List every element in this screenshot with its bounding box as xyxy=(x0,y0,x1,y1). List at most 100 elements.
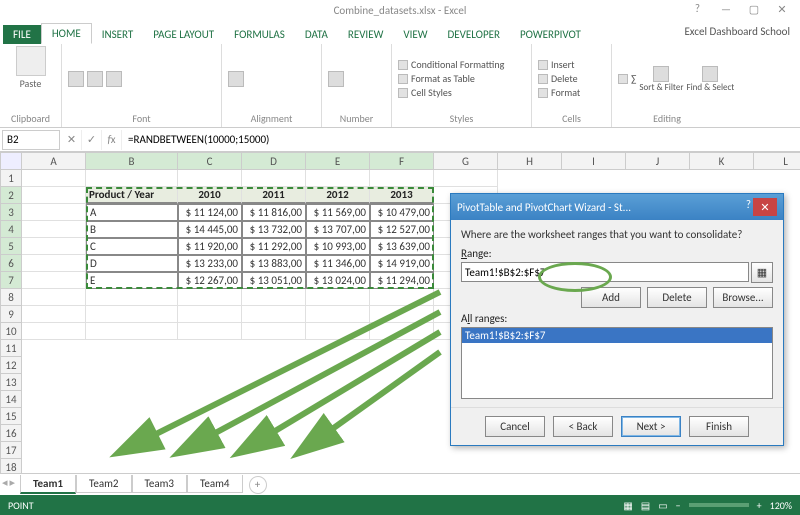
row-14[interactable]: 14 xyxy=(0,391,22,408)
col-A[interactable]: A xyxy=(22,152,86,170)
fx-icon[interactable]: fx xyxy=(102,130,122,150)
col-E[interactable]: E xyxy=(306,152,370,170)
zoom-level[interactable]: 120% xyxy=(770,499,792,512)
new-sheet-icon[interactable]: + xyxy=(249,476,267,494)
dialog-close-icon[interactable]: ✕ xyxy=(753,198,777,216)
list-item[interactable]: Team1!$B$2:$F$7 xyxy=(462,328,772,343)
format-cell-icon[interactable] xyxy=(538,88,548,98)
zoom-in-icon[interactable]: + xyxy=(757,499,762,512)
next-button[interactable]: Next > xyxy=(621,416,681,437)
row-3[interactable]: 3 xyxy=(0,204,22,221)
cell-styles-icon[interactable] xyxy=(398,88,408,98)
row-17[interactable]: 17 xyxy=(0,442,22,459)
sheet-tab-team4[interactable]: Team4 xyxy=(187,475,243,493)
add-button[interactable]: Add xyxy=(581,287,641,308)
row-15[interactable]: 15 xyxy=(0,408,22,425)
delete-cell-icon[interactable] xyxy=(538,74,548,84)
paste-icon[interactable] xyxy=(16,46,46,76)
cancel-formula-icon[interactable]: ✕ xyxy=(62,130,82,150)
row-1[interactable]: 1 xyxy=(0,170,22,187)
row-5[interactable]: 5 xyxy=(0,238,22,255)
bold-icon[interactable] xyxy=(87,71,103,87)
zoom-out-icon[interactable]: − xyxy=(676,499,681,512)
row-6[interactable]: 6 xyxy=(0,255,22,272)
col-C[interactable]: C xyxy=(178,152,242,170)
minimize-icon[interactable]: — xyxy=(712,0,740,18)
close-icon[interactable]: ✕ xyxy=(768,0,796,18)
delete-button[interactable]: Delete xyxy=(647,287,707,308)
tab-formulas[interactable]: FORMULAS xyxy=(224,25,295,44)
autosum-icon[interactable] xyxy=(618,74,628,84)
sheet-tab-team2[interactable]: Team2 xyxy=(76,475,132,493)
sheet-prev-icon[interactable]: ◂ xyxy=(2,476,8,489)
col-L[interactable]: L xyxy=(754,152,800,170)
row-11[interactable]: 11 xyxy=(0,340,22,357)
dialog-help-icon[interactable]: ? xyxy=(746,198,751,216)
cells[interactable]: Product / Year 2010 2011 2012 2013 A $ 1… xyxy=(22,170,498,340)
view-break-icon[interactable]: ▭ xyxy=(658,499,667,512)
italic-icon[interactable] xyxy=(106,71,122,87)
finish-button[interactable]: Finish xyxy=(689,416,749,437)
row-2[interactable]: 2 xyxy=(0,187,22,204)
number-format-icon[interactable] xyxy=(328,71,344,87)
font-box-icon[interactable] xyxy=(68,71,84,87)
maximize-icon[interactable]: ▢ xyxy=(740,0,768,18)
tab-review[interactable]: REVIEW xyxy=(338,25,394,44)
col-I[interactable]: I xyxy=(562,152,626,170)
hdr-product[interactable]: Product / Year xyxy=(86,187,178,204)
formula-input[interactable] xyxy=(122,130,800,150)
sort-icon[interactable] xyxy=(653,66,669,82)
tab-pagelayout[interactable]: PAGE LAYOUT xyxy=(143,25,224,44)
cancel-button[interactable]: Cancel xyxy=(485,416,545,437)
cond-fmt-icon[interactable] xyxy=(398,60,408,70)
enter-formula-icon[interactable]: ✓ xyxy=(82,130,102,150)
col-H[interactable]: H xyxy=(498,152,562,170)
row-8[interactable]: 8 xyxy=(0,289,22,306)
col-G[interactable]: G xyxy=(434,152,498,170)
align-icon[interactable] xyxy=(228,71,244,87)
select-all-corner[interactable] xyxy=(0,152,22,170)
range-input[interactable] xyxy=(461,262,749,282)
hdr-2011[interactable]: 2011 xyxy=(242,187,306,204)
ribbon-help-icon[interactable]: ? xyxy=(695,2,700,15)
back-button[interactable]: < Back xyxy=(553,416,613,437)
row-4[interactable]: 4 xyxy=(0,221,22,238)
col-J[interactable]: J xyxy=(626,152,690,170)
col-F[interactable]: F xyxy=(370,152,434,170)
view-page-icon[interactable]: ▤ xyxy=(641,499,650,512)
browse-button[interactable]: Browse... xyxy=(713,287,773,308)
tab-home[interactable]: HOME xyxy=(41,23,92,44)
col-B[interactable]: B xyxy=(86,152,178,170)
tab-developer[interactable]: DEVELOPER xyxy=(438,25,510,44)
row-16[interactable]: 16 xyxy=(0,425,22,442)
hdr-2012[interactable]: 2012 xyxy=(306,187,370,204)
tab-data[interactable]: DATA xyxy=(295,25,338,44)
tab-file[interactable]: FILE xyxy=(3,25,41,44)
all-ranges-list[interactable]: Team1!$B$2:$F$7 xyxy=(461,327,773,399)
row-9[interactable]: 9 xyxy=(0,306,22,323)
row-18[interactable]: 18 xyxy=(0,459,22,473)
range-picker-icon[interactable]: ▦ xyxy=(751,262,773,283)
cell-product[interactable]: A xyxy=(86,204,178,221)
view-normal-icon[interactable]: ▦ xyxy=(623,499,632,512)
col-K[interactable]: K xyxy=(690,152,754,170)
hdr-2010[interactable]: 2010 xyxy=(178,187,242,204)
name-box[interactable] xyxy=(2,130,60,150)
zoom-slider[interactable] xyxy=(689,503,749,507)
hdr-2013[interactable]: 2013 xyxy=(370,187,434,204)
row-13[interactable]: 13 xyxy=(0,374,22,391)
row-7[interactable]: 7 xyxy=(0,272,22,289)
sheet-tab-team3[interactable]: Team3 xyxy=(132,475,188,493)
find-icon[interactable] xyxy=(702,66,718,82)
fmt-table-icon[interactable] xyxy=(398,74,408,84)
sheet-tab-team1[interactable]: Team1 xyxy=(20,475,76,494)
sheet-next-icon[interactable]: ▸ xyxy=(10,476,16,489)
paste-label: Paste xyxy=(20,77,42,90)
row-10[interactable]: 10 xyxy=(0,323,22,340)
tab-insert[interactable]: INSERT xyxy=(92,25,144,44)
col-D[interactable]: D xyxy=(242,152,306,170)
tab-powerpivot[interactable]: POWERPIVOT xyxy=(510,25,591,44)
tab-view[interactable]: VIEW xyxy=(393,25,437,44)
insert-cell-icon[interactable] xyxy=(538,60,548,70)
row-12[interactable]: 12 xyxy=(0,357,22,374)
